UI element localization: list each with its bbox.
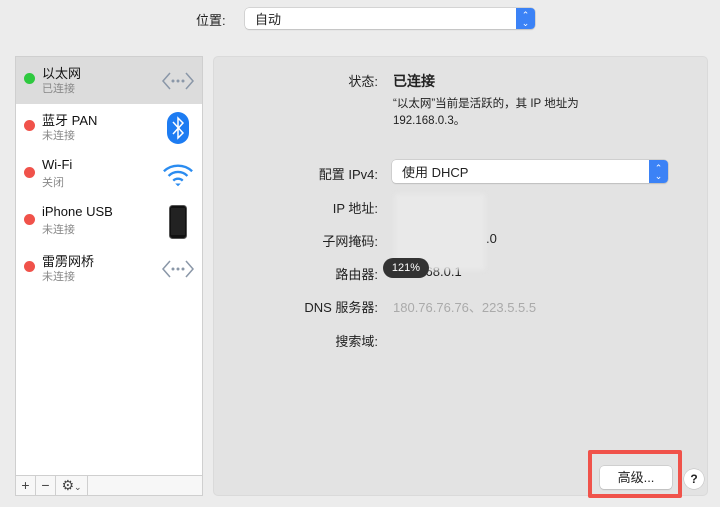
- service-item[interactable]: iPhone USB 未连接: [16, 198, 202, 245]
- service-status: 已连接: [42, 83, 75, 95]
- gear-menu-button[interactable]: ⚙⌄: [56, 476, 88, 495]
- service-status: 未连接: [42, 130, 75, 142]
- wifi-icon: [162, 159, 194, 191]
- service-status: 关闭: [42, 177, 64, 189]
- status-dot: [24, 261, 35, 272]
- config-ipv4-label: 配置 IPv4:: [318, 167, 378, 182]
- location-label: 位置:: [196, 13, 226, 28]
- subnet-mask-label: 子网掩码:: [322, 234, 378, 249]
- status-dot: [24, 73, 35, 84]
- remove-service-button[interactable]: −: [36, 476, 56, 495]
- location-value: 自动: [255, 12, 282, 27]
- chevron-updown-icon: ⌃ ⌄: [649, 160, 668, 183]
- status-description: “以太网”当前是活跃的，其 IP 地址为192.168.0.3。: [393, 98, 579, 127]
- service-status: 未连接: [42, 271, 75, 283]
- service-item[interactable]: 雷雳网桥 未连接: [16, 245, 202, 292]
- search-domain-label: 搜索域:: [335, 334, 378, 349]
- dns-value: 180.76.76.76、223.5.5.5: [393, 300, 537, 315]
- help-button[interactable]: ?: [684, 469, 704, 489]
- router-label: 路由器:: [335, 267, 378, 282]
- config-ipv4-select[interactable]: 使用 DHCP ⌃ ⌄: [392, 160, 668, 183]
- status-label: 状态:: [348, 74, 378, 89]
- service-item[interactable]: 蓝牙 PAN 未连接: [16, 104, 202, 151]
- iphone-icon: [162, 205, 194, 239]
- service-item[interactable]: Wi-Fi 关闭: [16, 151, 202, 198]
- service-status: 未连接: [42, 224, 75, 236]
- status-dot: [24, 120, 35, 131]
- ip-address-label: IP 地址:: [332, 201, 378, 216]
- add-service-button[interactable]: +: [16, 476, 36, 495]
- subnet-mask-value: .0: [486, 231, 497, 246]
- status-dot: [24, 214, 35, 225]
- bluetooth-icon: [162, 112, 194, 144]
- zoom-level-badge: 121%: [383, 258, 429, 278]
- status-dot: [24, 167, 35, 178]
- advanced-button[interactable]: 高级...: [600, 466, 672, 489]
- service-name: Wi-Fi: [42, 157, 73, 172]
- thunderbolt-bridge-icon: [162, 253, 194, 285]
- gear-icon: ⚙: [61, 477, 74, 493]
- ethernet-icon: [162, 65, 194, 97]
- status-value: 已连接: [393, 73, 435, 89]
- dns-label: DNS 服务器:: [304, 300, 378, 315]
- location-select[interactable]: 自动 ⌃ ⌄: [245, 8, 535, 29]
- chevron-updown-icon: ⌃ ⌄: [516, 8, 535, 29]
- config-ipv4-value: 使用 DHCP: [402, 165, 469, 180]
- service-name: iPhone USB: [42, 204, 113, 219]
- service-item[interactable]: 以太网 已连接: [16, 57, 202, 104]
- service-list[interactable]: 以太网 已连接 蓝牙 PAN 未连接 Wi-Fi 关闭 iPhone USB 未…: [15, 56, 203, 496]
